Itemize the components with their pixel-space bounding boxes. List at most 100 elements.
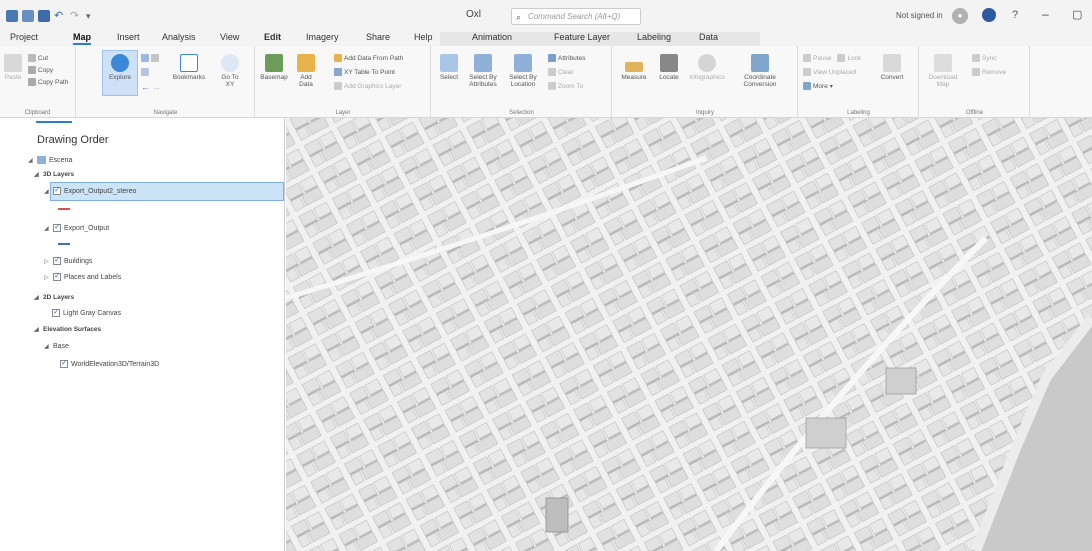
add-data-icon	[297, 54, 315, 72]
tab-edit[interactable]: Edit	[264, 32, 281, 44]
collapse-triangle-icon[interactable]: ◢	[44, 343, 50, 350]
coordinate-conversion-button[interactable]: Coordinate Conversion	[735, 54, 785, 88]
binoculars-icon	[660, 54, 678, 72]
undo-icon[interactable]: ↶	[54, 10, 66, 22]
grid-tools[interactable]	[141, 68, 149, 76]
previous-extent-button[interactable]: ← →	[141, 82, 161, 92]
collapse-triangle-icon[interactable]: ◢	[34, 326, 40, 333]
tree-layer-lightgray[interactable]: Light Gray Canvas	[52, 307, 121, 319]
measure-button[interactable]: Measure	[619, 54, 649, 81]
tab-help[interactable]: Help	[414, 32, 433, 44]
path-icon	[334, 54, 342, 62]
tree-layer-buildings[interactable]: ▷ Buildings	[44, 255, 92, 267]
convert-button[interactable]: Convert	[875, 54, 909, 81]
add-graphics-layer-button[interactable]: Add Graphics Layer	[334, 82, 401, 90]
zoom-to-button[interactable]: Zoom To	[548, 82, 583, 90]
save-icon[interactable]	[38, 10, 50, 22]
visibility-checkbox[interactable]	[53, 185, 61, 195]
notifications-icon[interactable]	[982, 8, 996, 22]
tree-layer-places[interactable]: ▷ Places and Labels	[44, 271, 121, 283]
tab-imagery[interactable]: Imagery	[306, 32, 339, 44]
city-3d-scene[interactable]	[286, 118, 1092, 551]
command-search-input[interactable]: ⌕ Command Search (Alt+Q)	[511, 8, 641, 25]
redo-icon[interactable]: ↷	[70, 10, 82, 22]
attributes-button[interactable]: Attributes	[548, 54, 585, 62]
view-unplaced-button[interactable]: View Unplaced	[803, 68, 856, 76]
tab-animation[interactable]: Animation	[472, 32, 512, 44]
tree-elev-base[interactable]: ◢ Base	[44, 340, 69, 352]
customize-qat-icon[interactable]: ▾	[86, 10, 98, 22]
tree-3d-layers[interactable]: ◢ 3D Layers	[34, 168, 74, 180]
copy-path-icon	[28, 78, 36, 86]
paste-button[interactable]: Paste	[4, 54, 22, 81]
help-icon[interactable]: ?	[1012, 9, 1018, 21]
minimize-icon[interactable]: –	[1042, 7, 1049, 21]
visibility-checkbox[interactable]	[53, 222, 61, 232]
add-data-from-path-button[interactable]: Add Data From Path	[334, 54, 403, 62]
clear-button[interactable]: Clear	[548, 68, 574, 76]
labeling-group: Pause Lock View Unplaced More ▾ Convert L…	[799, 46, 919, 118]
download-map-button[interactable]: Download Map	[924, 54, 962, 88]
tab-view[interactable]: View	[220, 32, 239, 44]
xy-table-to-point-button[interactable]: XY Table To Point	[334, 68, 395, 76]
tab-insert[interactable]: Insert	[117, 32, 140, 44]
copy-path-button[interactable]: Copy Path	[28, 78, 68, 86]
xy-icon	[334, 68, 342, 76]
collapse-triangle-icon[interactable]: ◢	[28, 157, 34, 164]
tree-layer-stereo[interactable]: ◢ Export_Output2_stereo	[44, 185, 136, 197]
labeling-more-button[interactable]: More ▾	[803, 82, 833, 90]
signin-status[interactable]: Not signed in	[896, 11, 943, 20]
navigate-group: Explore ← → Bookmarks Go To XY Navigate	[77, 46, 255, 118]
drawing-order-title: Drawing Order	[37, 134, 109, 146]
bookmarks-button[interactable]: Bookmarks	[171, 54, 207, 81]
fixed-zoom-icon	[151, 54, 159, 62]
search-icon: ⌕	[516, 12, 522, 22]
visibility-checkbox[interactable]	[53, 271, 61, 281]
tree-layer-export[interactable]: ◢ Export_Output	[44, 222, 109, 234]
expand-triangle-icon[interactable]: ▷	[44, 274, 50, 281]
collapse-triangle-icon[interactable]: ◢	[34, 171, 40, 178]
tab-data[interactable]: Data	[699, 32, 718, 44]
pause-labeling-button[interactable]: Pause Lock	[803, 54, 861, 62]
select-button[interactable]: Select	[438, 54, 460, 81]
collapse-triangle-icon[interactable]: ◢	[44, 188, 50, 195]
visibility-checkbox[interactable]	[53, 255, 61, 265]
download-map-icon	[934, 54, 952, 72]
new-project-icon[interactable]	[6, 10, 18, 22]
visibility-checkbox[interactable]	[52, 307, 60, 317]
tab-feature-layer[interactable]: Feature Layer	[554, 32, 610, 44]
tree-scene[interactable]: ◢ Escena	[28, 154, 72, 166]
explore-button[interactable]: Explore	[105, 54, 135, 81]
tab-share[interactable]: Share	[366, 32, 390, 44]
avatar[interactable]: ●	[952, 8, 968, 24]
basemap-button[interactable]: Basemap	[260, 54, 288, 81]
tab-project[interactable]: Project	[10, 32, 38, 44]
scene-view[interactable]	[286, 118, 1092, 551]
tab-analysis[interactable]: Analysis	[162, 32, 196, 44]
infographics-button[interactable]: Infographics	[687, 54, 727, 81]
add-data-button[interactable]: Add Data	[294, 54, 318, 88]
locate-button[interactable]: Locate	[657, 54, 681, 81]
tree-elevation-surfaces[interactable]: ◢ Elevation Surfaces	[34, 323, 101, 335]
open-project-icon[interactable]	[22, 10, 34, 22]
maximize-icon[interactable]: ▢	[1072, 8, 1082, 21]
collapse-triangle-icon[interactable]: ◢	[34, 294, 40, 301]
go-to-xy-button[interactable]: Go To XY	[217, 54, 243, 88]
expand-triangle-icon[interactable]: ▷	[44, 258, 50, 265]
copy-button[interactable]: Copy	[28, 66, 53, 74]
scene-icon	[37, 156, 46, 164]
explore-icon	[111, 54, 129, 72]
zoom-tools[interactable]	[141, 54, 159, 62]
cut-button[interactable]: Cut	[28, 54, 48, 62]
tree-elev-world[interactable]: WorldElevation3D/Terrain3D	[60, 358, 159, 370]
tab-map[interactable]: Map	[73, 32, 91, 45]
select-by-attributes-button[interactable]: Select By Attributes	[466, 54, 500, 88]
tree-2d-layers[interactable]: ◢ 2D Layers	[34, 291, 74, 303]
visibility-checkbox[interactable]	[60, 358, 68, 368]
collapse-triangle-icon[interactable]: ◢	[44, 225, 50, 232]
select-by-location-button[interactable]: Select By Location	[506, 54, 540, 88]
sync-button[interactable]: Sync	[972, 54, 996, 62]
tab-labeling[interactable]: Labeling	[637, 32, 671, 44]
clipboard-group-label: Clipboard	[24, 110, 51, 116]
remove-button[interactable]: Remove	[972, 68, 1006, 76]
